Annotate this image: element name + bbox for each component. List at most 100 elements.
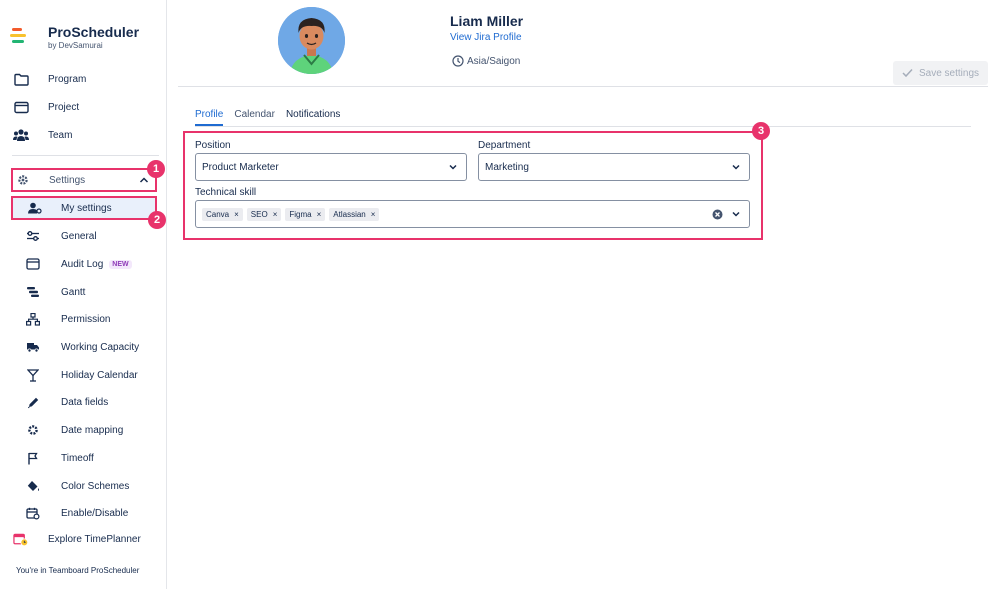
profile-form-highlight: Position Product Marketer Department Mar… bbox=[183, 131, 763, 240]
nav-item-project[interactable]: Project bbox=[10, 95, 160, 119]
sidebar: ProScheduler by DevSamurai Program Proje… bbox=[0, 0, 167, 589]
sidebar-item-timeoff[interactable]: Timeoff bbox=[26, 447, 166, 469]
skill-tag-label: Canva bbox=[206, 209, 230, 219]
sidebar-item-my-settings[interactable]: My settings bbox=[11, 196, 157, 220]
sidebar-item-working-capacity[interactable]: Working Capacity bbox=[26, 336, 166, 358]
tab-bar: Profile Calendar Notifications bbox=[195, 109, 351, 127]
timeoff-label: Timeoff bbox=[61, 452, 94, 464]
remove-tag-icon[interactable]: × bbox=[371, 210, 376, 219]
color-schemes-label: Color Schemes bbox=[61, 480, 130, 492]
clock-icon bbox=[452, 55, 464, 67]
sidebar-item-general[interactable]: General bbox=[26, 225, 166, 247]
brand-title: ProScheduler bbox=[48, 24, 140, 40]
department-label: Department bbox=[478, 140, 531, 151]
settings-toggle[interactable]: Settings bbox=[11, 168, 157, 192]
skill-tag-label: Figma bbox=[289, 209, 312, 219]
skill-tag: Canva × bbox=[202, 207, 243, 221]
my-settings-label: My settings bbox=[61, 202, 112, 214]
avatar bbox=[278, 7, 345, 74]
calendar-gear-icon bbox=[26, 506, 40, 520]
view-jira-profile-link[interactable]: View Jira Profile bbox=[450, 32, 522, 43]
remove-tag-icon[interactable]: × bbox=[234, 210, 239, 219]
callout-marker-3: 3 bbox=[752, 122, 770, 140]
hierarchy-icon bbox=[26, 312, 40, 326]
brand-subtitle: by DevSamurai bbox=[48, 41, 103, 50]
sidebar-item-audit-log[interactable]: Audit Log NEW bbox=[26, 253, 166, 275]
position-value: Product Marketer bbox=[202, 161, 279, 173]
nav-label: Team bbox=[48, 129, 73, 141]
new-badge: NEW bbox=[109, 259, 132, 269]
chevron-down-icon bbox=[731, 209, 741, 222]
nav-item-team[interactable]: Team bbox=[10, 123, 160, 147]
save-settings-label: Save settings bbox=[918, 67, 980, 79]
gantt-icon bbox=[26, 285, 40, 299]
skill-tag: SEO × bbox=[246, 207, 282, 221]
check-icon bbox=[902, 68, 913, 78]
enable-disable-label: Enable/Disable bbox=[61, 507, 129, 519]
sidebar-item-holiday-calendar[interactable]: Holiday Calendar bbox=[26, 364, 166, 386]
audit-log-label: Audit Log bbox=[61, 258, 104, 270]
remove-tag-icon[interactable]: × bbox=[273, 210, 278, 219]
data-fields-label: Data fields bbox=[61, 396, 109, 408]
position-label: Position bbox=[195, 140, 231, 151]
truck-icon bbox=[26, 340, 40, 354]
user-settings-icon bbox=[28, 202, 42, 214]
sidebar-divider bbox=[12, 155, 159, 156]
gear-icon bbox=[17, 174, 29, 186]
brand[interactable]: ProScheduler by DevSamurai bbox=[10, 24, 139, 50]
sidebar-item-gantt[interactable]: Gantt bbox=[26, 281, 166, 303]
sliders-icon bbox=[26, 229, 40, 243]
technical-skill-label: Technical skill bbox=[195, 187, 257, 198]
explore-timeplanner-label: Explore TimePlanner bbox=[48, 533, 141, 545]
sidebar-item-permission[interactable]: Permission bbox=[26, 308, 166, 330]
chevron-up-icon bbox=[138, 174, 150, 189]
nav-item-program[interactable]: Program bbox=[10, 67, 160, 91]
tab-notifications[interactable]: Notifications bbox=[286, 109, 340, 127]
working-capacity-label: Working Capacity bbox=[61, 341, 140, 353]
skill-tag: Figma × bbox=[285, 207, 326, 221]
date-mapping-label: Date mapping bbox=[61, 424, 124, 436]
header-divider bbox=[178, 86, 988, 87]
sidebar-item-color-schemes[interactable]: Color Schemes bbox=[26, 475, 166, 497]
folder-icon bbox=[13, 71, 29, 87]
browser-window-icon bbox=[26, 257, 40, 271]
user-name: Liam Miller bbox=[450, 13, 524, 29]
skill-tag: Atlassian × bbox=[329, 207, 380, 221]
flag-icon bbox=[26, 451, 40, 465]
department-select[interactable]: Marketing bbox=[478, 153, 750, 181]
tabs-divider bbox=[195, 126, 971, 127]
position-select[interactable]: Product Marketer bbox=[195, 153, 467, 181]
footer-context-text: You're in Teamboard ProScheduler bbox=[16, 566, 140, 575]
paint-bucket-icon bbox=[26, 479, 40, 493]
callout-marker-1: 1 bbox=[147, 160, 165, 178]
nav-label: Project bbox=[48, 101, 80, 113]
tab-calendar[interactable]: Calendar bbox=[234, 109, 275, 127]
sidebar-item-data-fields[interactable]: Data fields bbox=[26, 391, 166, 413]
skill-tag-label: SEO bbox=[250, 209, 268, 219]
pencil-icon bbox=[26, 395, 40, 409]
sidebar-item-enable-disable[interactable]: Enable/Disable bbox=[26, 502, 166, 524]
browser-window-icon bbox=[13, 99, 29, 115]
tab-profile[interactable]: Profile bbox=[195, 109, 224, 127]
calendar-clock-icon bbox=[13, 531, 29, 547]
sidebar-item-date-mapping[interactable]: Date mapping bbox=[26, 419, 166, 441]
save-settings-button[interactable]: Save settings bbox=[893, 61, 988, 85]
skill-tag-label: Atlassian bbox=[333, 209, 366, 219]
gantt-label: Gantt bbox=[61, 286, 86, 298]
gear-icon bbox=[26, 423, 40, 437]
nav-item-explore-timeplanner[interactable]: Explore TimePlanner bbox=[10, 527, 160, 551]
general-label: General bbox=[61, 230, 97, 242]
chevron-down-icon bbox=[731, 162, 741, 175]
holiday-calendar-label: Holiday Calendar bbox=[61, 369, 138, 381]
proscheduler-logo-icon bbox=[10, 28, 30, 46]
department-value: Marketing bbox=[485, 161, 529, 173]
chevron-down-icon bbox=[448, 162, 458, 175]
timezone-label: Asia/Saigon bbox=[467, 55, 521, 67]
permission-label: Permission bbox=[61, 313, 111, 325]
settings-label: Settings bbox=[49, 174, 86, 186]
technical-skill-multiselect[interactable]: Canva × SEO × Figma × Atlassian × bbox=[195, 200, 750, 228]
clear-all-icon[interactable] bbox=[712, 209, 723, 223]
remove-tag-icon[interactable]: × bbox=[317, 210, 322, 219]
team-icon bbox=[13, 127, 29, 143]
cocktail-icon bbox=[26, 368, 40, 382]
